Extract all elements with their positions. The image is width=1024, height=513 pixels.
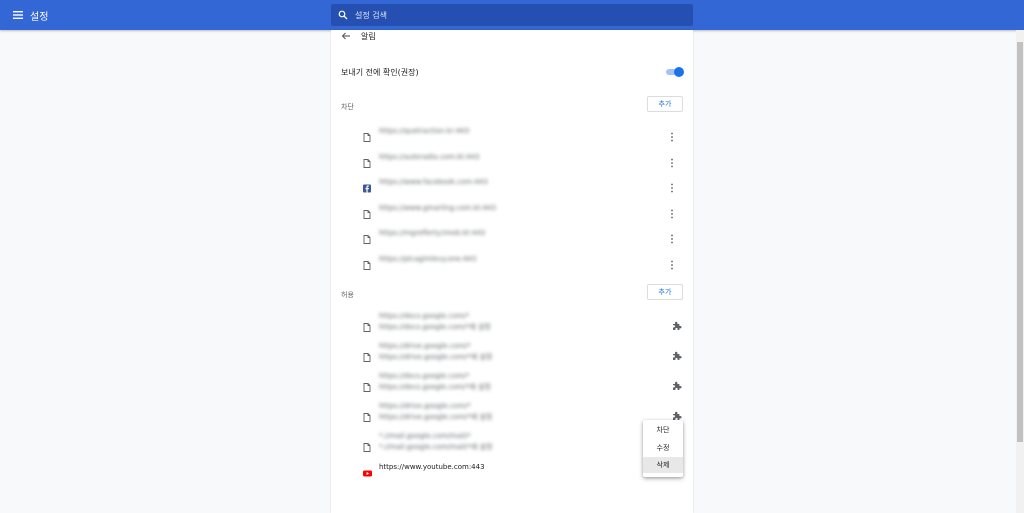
- allow-list-item[interactable]: https://docs.google.com/* https://docs.go…: [331, 372, 693, 399]
- file-icon: [363, 255, 371, 270]
- site-url: https://mgreflerty.tmob.kt:443: [379, 229, 486, 238]
- allow-list-item[interactable]: https://www.youtube.com:443: [331, 463, 693, 489]
- block-list-item[interactable]: https://www.gmarling.com.kt:443: [331, 202, 693, 222]
- search-input[interactable]: [355, 4, 685, 26]
- add-block-button[interactable]: 추가: [647, 96, 683, 112]
- search-icon: [338, 10, 348, 20]
- allow-list-item[interactable]: https://docs.google.com/* https://docs.go…: [331, 312, 693, 339]
- file-icon: [363, 377, 371, 392]
- more-actions-icon[interactable]: [669, 178, 675, 193]
- site-url: https://docs.google.com/*: [379, 312, 470, 320]
- site-url: https://www.facebook.com:443: [379, 178, 488, 187]
- more-actions-icon[interactable]: [669, 255, 675, 270]
- context-menu: 차단수정 삭제: [643, 420, 683, 477]
- site-url: https://drive.google.com/*: [379, 342, 471, 350]
- allow-section-label: 허용: [341, 291, 354, 299]
- site-url-sub: https://drive.google.com/*에 설정: [379, 413, 493, 421]
- site-url-sub: *://mail.google.com/mail/*에 설정: [379, 443, 493, 451]
- page-title: 알림: [361, 32, 376, 41]
- more-actions-icon[interactable]: [669, 153, 675, 167]
- site-url: https://docs.google.com/*: [379, 372, 470, 380]
- site-url-sub: https://drive.google.com/*에 설정: [379, 353, 493, 361]
- site-url-sub: https://docs.google.com/*에 설정: [379, 383, 491, 391]
- notifications-settings-card: 알림 보내기 전에 확인(권장) 차단 추가 https://quetracti…: [331, 30, 693, 513]
- menu-icon[interactable]: [12, 9, 24, 21]
- site-url: https://quetraction.kr:443: [379, 127, 470, 135]
- more-actions-icon[interactable]: [669, 229, 675, 244]
- block-section-label: 차단: [341, 103, 354, 111]
- toggle-knob: [674, 67, 684, 77]
- scrollbar-thumb[interactable]: [1017, 42, 1023, 442]
- allow-list-item[interactable]: https://drive.google.com/* https://drive.…: [331, 402, 693, 429]
- youtube-icon: [363, 463, 372, 477]
- file-icon: [363, 347, 371, 362]
- back-arrow-icon[interactable]: [341, 31, 351, 41]
- file-icon: [363, 317, 371, 332]
- site-url: https://drive.google.com/*: [379, 402, 471, 410]
- file-icon: [363, 437, 371, 452]
- context-menu-delete[interactable]: 삭제: [643, 457, 683, 473]
- file-icon: [363, 127, 371, 142]
- file-icon: [363, 407, 371, 422]
- extension-puzzle-icon[interactable]: [672, 376, 682, 390]
- site-url: *://mail.google.com/mail/*: [379, 432, 471, 440]
- site-url-sub: https://docs.google.com/*에 설정: [379, 323, 491, 331]
- add-allow-button[interactable]: 추가: [647, 284, 683, 300]
- block-list-item[interactable]: https://quetraction.kr:443: [331, 125, 693, 145]
- app-header: 설정: [0, 0, 1024, 30]
- more-actions-icon[interactable]: [669, 127, 675, 142]
- ask-before-sending-label: 보내기 전에 확인(권장): [341, 68, 419, 77]
- extension-puzzle-icon[interactable]: [672, 406, 682, 420]
- ask-before-sending-toggle[interactable]: [666, 67, 684, 77]
- extension-puzzle-icon[interactable]: [672, 346, 682, 360]
- more-actions-icon[interactable]: [669, 204, 675, 219]
- block-list-item[interactable]: https://plcagimlevy.one:443: [331, 253, 693, 273]
- block-list-item[interactable]: https://auteradia.com.kt:443: [331, 151, 693, 171]
- file-icon: [363, 204, 371, 219]
- app-title: 설정: [30, 12, 49, 23]
- file-icon: [363, 229, 371, 245]
- site-url: https://www.youtube.com:443: [379, 463, 485, 471]
- context-menu-block[interactable]: 차단: [643, 422, 683, 438]
- block-list-item[interactable]: https://mgreflerty.tmob.kt:443: [331, 227, 693, 247]
- context-menu-edit[interactable]: 수정: [643, 440, 683, 456]
- file-icon: [363, 153, 371, 168]
- extension-puzzle-icon[interactable]: [672, 316, 682, 330]
- search-box[interactable]: [331, 4, 693, 26]
- site-url: https://auteradia.com.kt:443: [379, 152, 480, 161]
- site-url: https://www.gmarling.com.kt:443: [379, 203, 496, 212]
- allow-list-item[interactable]: *://mail.google.com/mail/* *://mail.googl…: [331, 432, 693, 459]
- facebook-icon: [363, 178, 371, 193]
- block-list-item[interactable]: https://www.facebook.com:443: [331, 176, 693, 196]
- site-url: https://plcagimlevy.one:443: [379, 255, 477, 263]
- allow-list-item[interactable]: https://drive.google.com/* https://drive.…: [331, 342, 693, 369]
